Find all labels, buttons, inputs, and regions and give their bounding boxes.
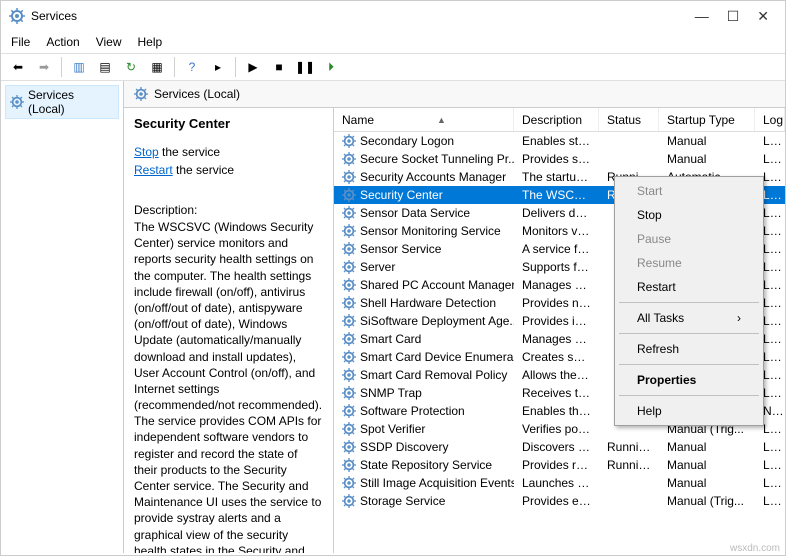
ctx-refresh[interactable]: Refresh [617, 337, 761, 361]
service-row[interactable]: Secondary LogonEnables star...ManualLoc [334, 132, 785, 150]
restart-service-button[interactable]: ⏵ [320, 56, 342, 78]
titlebar[interactable]: Services — ☐ ✕ [1, 1, 785, 31]
tree-pane: Services (Local) [1, 81, 124, 553]
gear-icon [342, 134, 356, 148]
action-button[interactable]: ▸ [207, 56, 229, 78]
service-row[interactable]: Storage ServiceProvides en...Manual (Tri… [334, 492, 785, 510]
gear-icon [342, 278, 356, 292]
detail-pane: Security Center Stop the service Restart… [124, 108, 334, 553]
ctx-all-tasks[interactable]: All Tasks [617, 306, 761, 330]
gear-icon [342, 440, 356, 454]
gear-icon [342, 152, 356, 166]
gear-icon [342, 404, 356, 418]
ctx-help[interactable]: Help [617, 399, 761, 423]
ctx-stop[interactable]: Stop [617, 203, 761, 227]
service-row[interactable]: SSDP DiscoveryDiscovers n...RunningManua… [334, 438, 785, 456]
gear-icon [134, 87, 148, 101]
ctx-start: Start [617, 179, 761, 203]
gear-icon [342, 170, 356, 184]
gear-icon [342, 314, 356, 328]
context-menu: StartStopPauseResumeRestart All Tasks Refr… [614, 176, 764, 426]
export-button[interactable]: ▤ [94, 56, 116, 78]
stop-link[interactable]: Stop [134, 145, 159, 159]
gear-icon [342, 350, 356, 364]
gear-icon [342, 476, 356, 490]
start-service-button[interactable]: ▶ [242, 56, 264, 78]
menu-view[interactable]: View [96, 35, 122, 49]
description-label: Description: [134, 203, 323, 217]
maximize-button[interactable]: ☐ [727, 8, 740, 25]
stop-service-button[interactable]: ■ [268, 56, 290, 78]
description-text: The WSCSVC (Windows Security Center) ser… [134, 219, 323, 553]
gear-icon [342, 242, 356, 256]
restart-link[interactable]: Restart [134, 163, 173, 177]
gear-icon [10, 95, 24, 109]
col-startup-type[interactable]: Startup Type [659, 108, 755, 131]
show-hide-button[interactable]: ▥ [68, 56, 90, 78]
gear-icon [342, 494, 356, 508]
service-row[interactable]: Still Image Acquisition EventsLaunches a… [334, 474, 785, 492]
app-icon [9, 8, 25, 24]
service-row[interactable]: State Repository ServiceProvides re...Ru… [334, 456, 785, 474]
column-headers: Name▲ Description Status Startup Type Lo… [334, 108, 785, 132]
back-button[interactable]: ⬅ [7, 56, 29, 78]
service-row[interactable]: Secure Socket Tunneling Pr...Provides su… [334, 150, 785, 168]
ctx-properties[interactable]: Properties [617, 368, 761, 392]
minimize-button[interactable]: — [695, 8, 709, 25]
services-list: Name▲ Description Status Startup Type Lo… [334, 108, 785, 553]
help-button[interactable]: ? [181, 56, 203, 78]
gear-icon [342, 422, 356, 436]
col-status[interactable]: Status [599, 108, 659, 131]
forward-button[interactable]: ➡ [33, 56, 55, 78]
gear-icon [342, 260, 356, 274]
menubar: File Action View Help [1, 31, 785, 53]
toolbar: ⬅ ➡ ▥ ▤ ↻ ▦ ? ▸ ▶ ■ ❚❚ ⏵ [1, 53, 785, 81]
gear-icon [342, 458, 356, 472]
menu-file[interactable]: File [11, 35, 30, 49]
sort-arrow-icon: ▲ [437, 115, 446, 125]
ctx-resume: Resume [617, 251, 761, 275]
ctx-restart[interactable]: Restart [617, 275, 761, 299]
gear-icon [342, 296, 356, 310]
menu-action[interactable]: Action [46, 35, 79, 49]
window-title: Services [31, 9, 695, 23]
close-button[interactable]: ✕ [757, 8, 769, 25]
col-description[interactable]: Description [514, 108, 599, 131]
refresh-button[interactable]: ↻ [120, 56, 142, 78]
menu-help[interactable]: Help [138, 35, 163, 49]
col-name[interactable]: Name▲ [334, 108, 514, 131]
pause-service-button[interactable]: ❚❚ [294, 56, 316, 78]
watermark: wsxdn.com [730, 543, 780, 554]
tree-item-services-local[interactable]: Services (Local) [5, 85, 119, 119]
detail-title: Security Center [134, 116, 323, 131]
gear-icon [342, 386, 356, 400]
col-logon[interactable]: Log [755, 108, 785, 131]
properties-button[interactable]: ▦ [146, 56, 168, 78]
list-header: Services (Local) [124, 81, 785, 108]
gear-icon [342, 206, 356, 220]
gear-icon [342, 332, 356, 346]
gear-icon [342, 368, 356, 382]
ctx-pause: Pause [617, 227, 761, 251]
gear-icon [342, 224, 356, 238]
gear-icon [342, 188, 356, 202]
